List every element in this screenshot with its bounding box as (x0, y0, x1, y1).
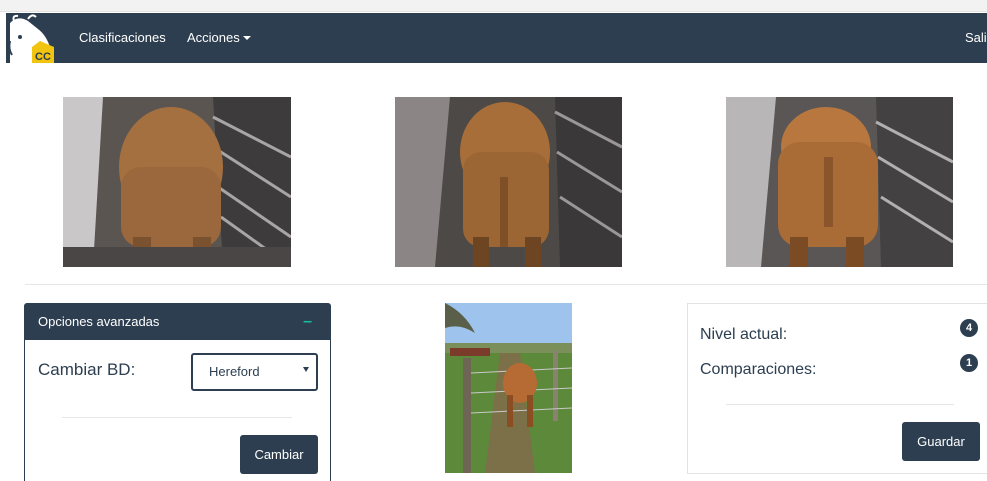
advanced-options-panel: Opciones avanzadas – Cambiar BD: Herefor… (24, 303, 331, 481)
dropdown-arrow-icon (303, 367, 309, 372)
nav-acciones-label: Acciones (187, 30, 240, 45)
db-label: Cambiar BD: (38, 360, 136, 379)
db-select-value: Hereford (209, 364, 260, 379)
cow-logo-icon: CC (6, 13, 60, 63)
app-logo[interactable]: CC (6, 13, 60, 63)
level-label: Nivel actual: (700, 326, 788, 343)
panel-header[interactable]: Opciones avanzadas – (25, 304, 330, 340)
comparisons-label: Comparaciones: (700, 361, 817, 378)
change-db-button[interactable]: Cambiar (240, 435, 318, 474)
cow-rear-photo-2[interactable] (395, 97, 622, 267)
section-divider (25, 284, 987, 285)
logout-link[interactable]: Sali (965, 13, 987, 63)
panel-divider (726, 404, 954, 405)
comparisons-badge: 1 (960, 354, 978, 372)
nav-clasificaciones[interactable]: Clasificaciones (79, 13, 166, 63)
cow-rear-photo-3[interactable] (726, 97, 953, 267)
photo-image (395, 97, 622, 267)
photo-image (726, 97, 953, 267)
cow-field-photo[interactable] (445, 303, 572, 473)
navbar: CC Clasificaciones Acciones Sali (6, 13, 987, 63)
nav-acciones[interactable]: Acciones (187, 13, 251, 63)
photo-image (445, 303, 572, 473)
collapse-icon[interactable]: – (303, 304, 312, 340)
db-select[interactable]: Hereford (191, 353, 318, 391)
panel-divider (62, 417, 292, 418)
save-button[interactable]: Guardar (902, 422, 980, 461)
photo-image (63, 97, 291, 267)
panel-title: Opciones avanzadas (38, 314, 160, 329)
level-badge: 4 (960, 319, 978, 337)
stats-panel: Nivel actual: 4 Comparaciones: 1 Guardar (687, 303, 987, 474)
cow-rear-photo-1[interactable] (63, 97, 291, 267)
svg-text:CC: CC (35, 51, 51, 63)
browser-top-strip (0, 0, 987, 12)
caret-down-icon (242, 35, 251, 40)
